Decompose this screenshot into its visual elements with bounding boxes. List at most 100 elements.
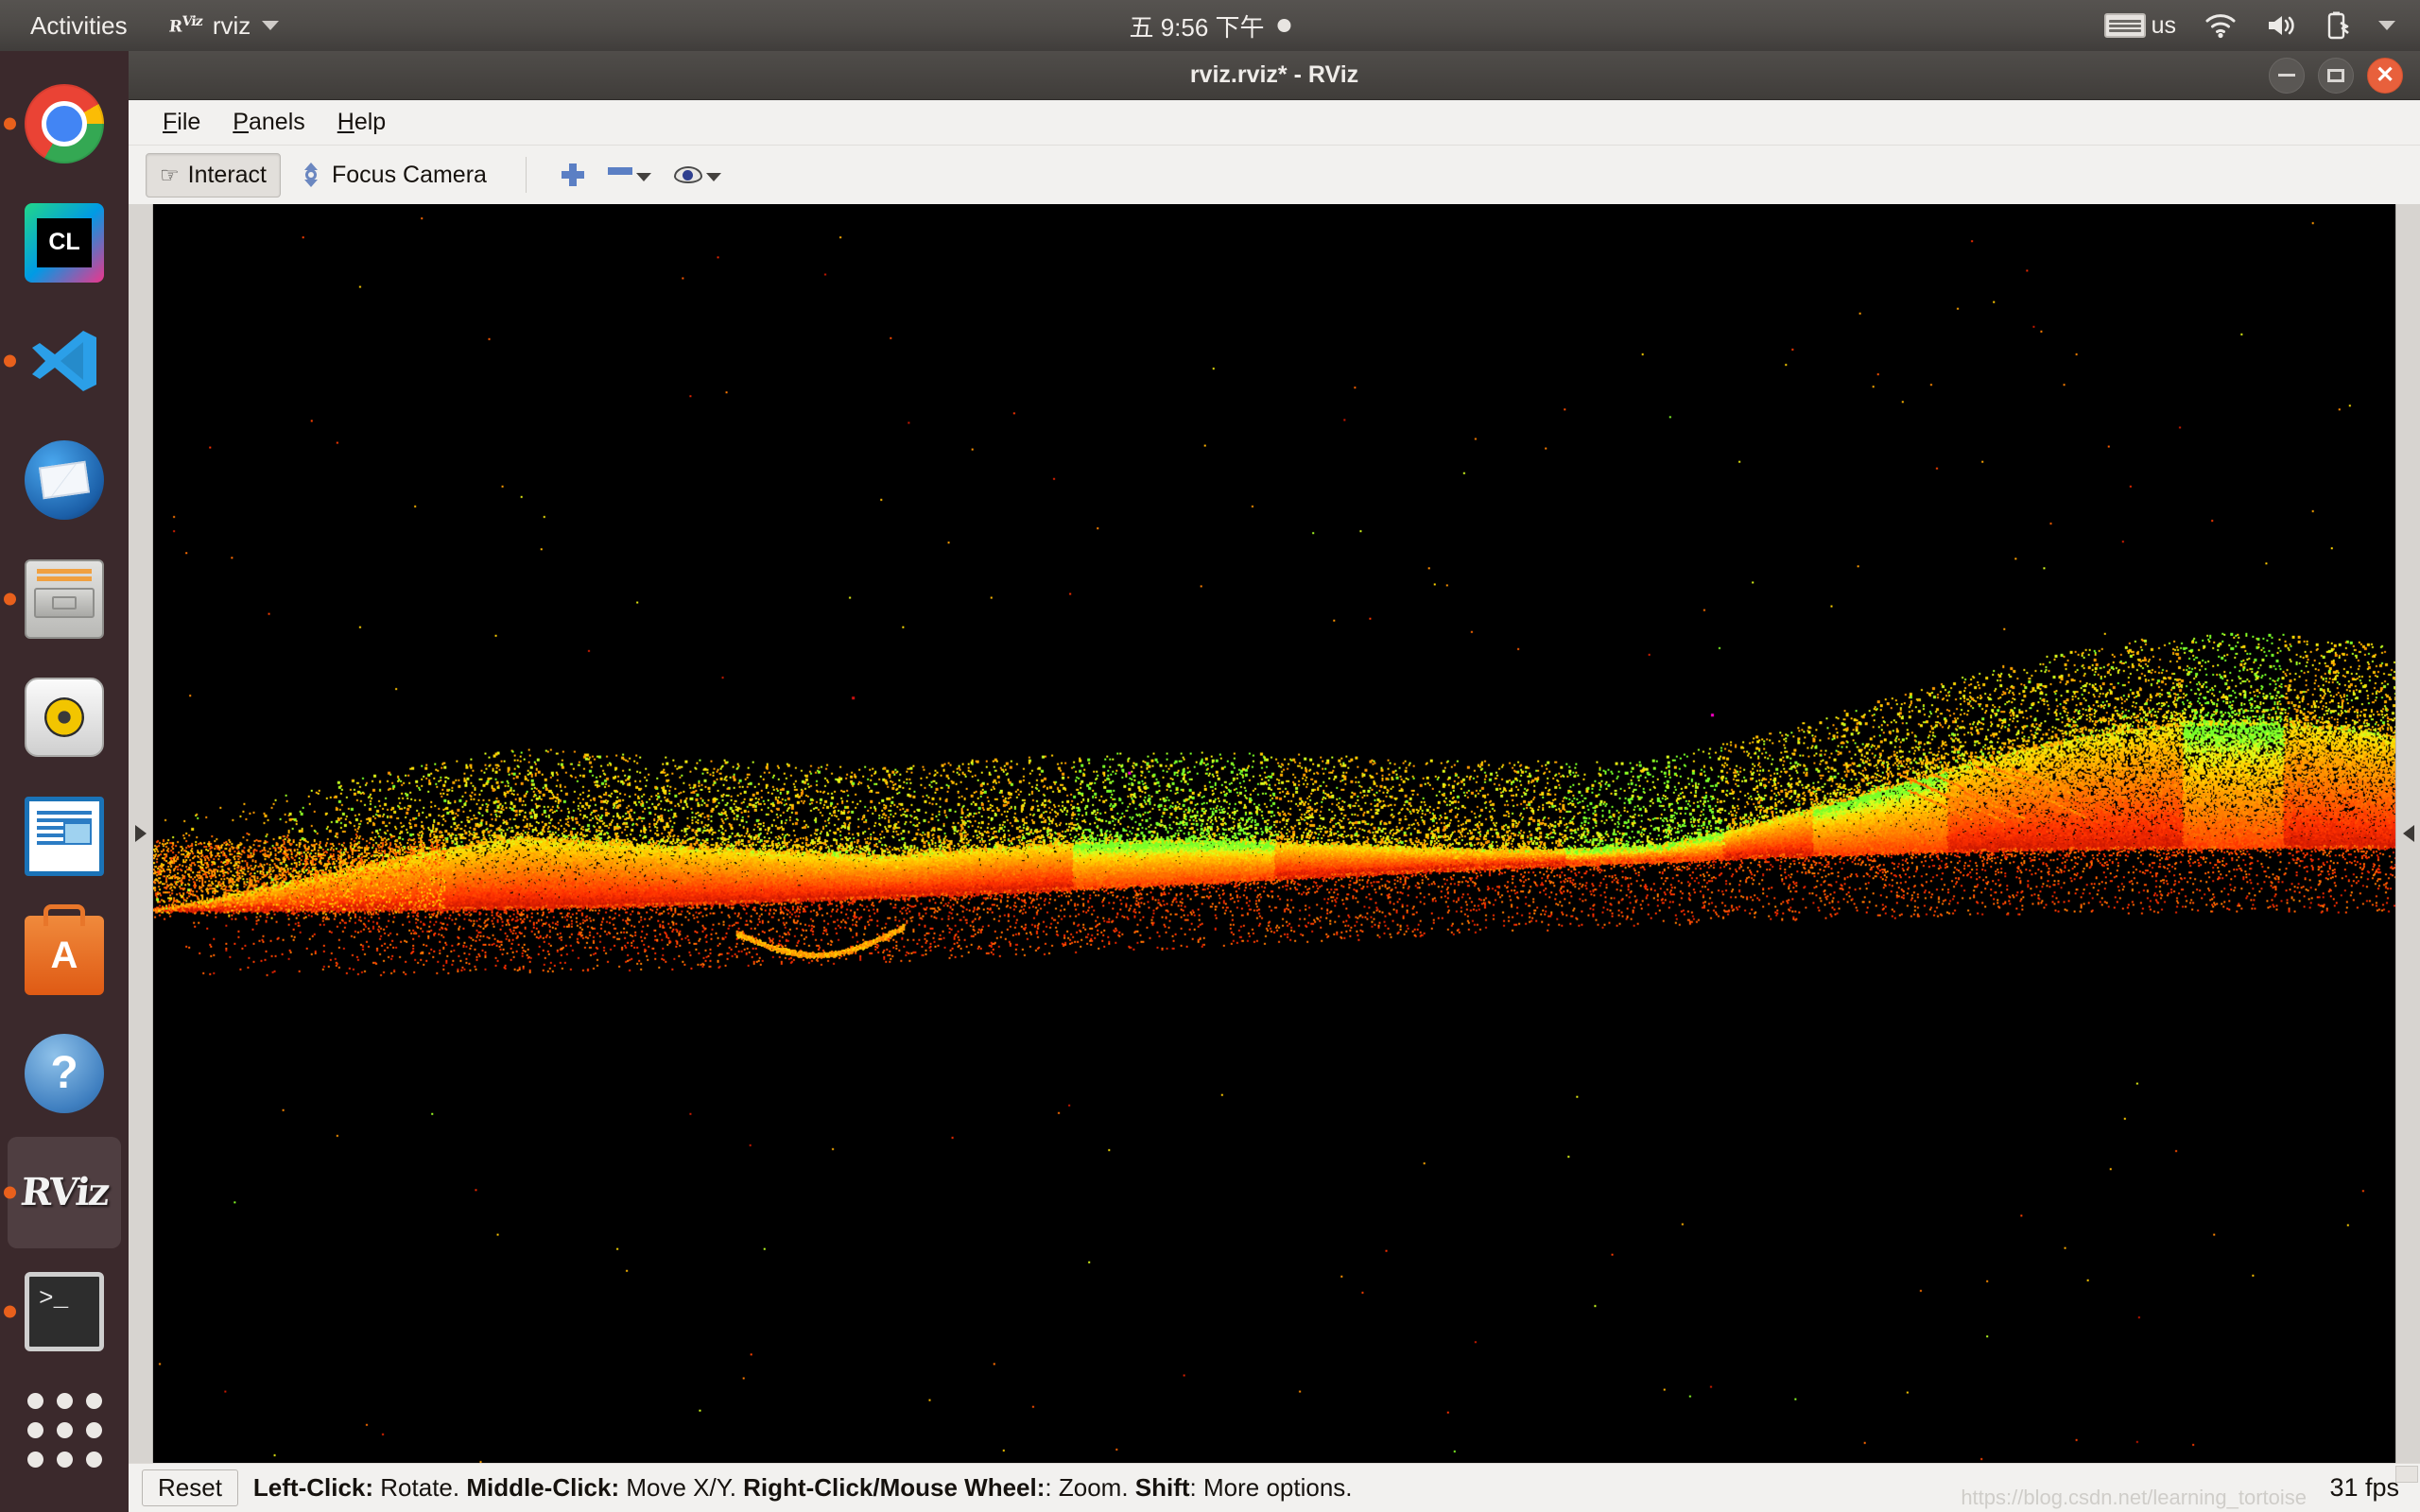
- dock-item-thunderbird[interactable]: [8, 424, 121, 536]
- clion-icon-label: CL: [37, 218, 92, 267]
- thunderbird-icon: [25, 440, 104, 520]
- rviz-icon-label: RViz: [18, 1170, 110, 1214]
- dock-item-clion[interactable]: CL: [8, 187, 121, 299]
- right-panel-expand-handle[interactable]: [2395, 204, 2420, 1463]
- status-hint-segment: Left-Click:: [253, 1473, 373, 1502]
- ubuntu-software-icon: A: [25, 916, 104, 995]
- files-icon: [25, 559, 104, 639]
- dock-item-terminal[interactable]: >_: [8, 1256, 121, 1367]
- terminal-icon: >_: [25, 1272, 104, 1351]
- menu-file[interactable]: File: [149, 105, 214, 140]
- dock-item-rviz[interactable]: RViz: [8, 1137, 121, 1248]
- hand-pointer-icon: ☞: [160, 164, 180, 186]
- clock-button[interactable]: 五 9:56 下午: [1129, 9, 1290, 43]
- rviz-window: rviz.rviz* - RViz ✕ File Panels Help ☞ I…: [129, 51, 2420, 1512]
- dock-item-google-chrome[interactable]: [8, 68, 121, 180]
- statusbar: Reset Left-Click: Rotate. Middle-Click: …: [129, 1463, 2420, 1512]
- minimize-button[interactable]: [2269, 58, 2305, 94]
- interact-tool-label: Interact: [188, 162, 267, 189]
- watermark-text: https://blog.csdn.net/learning_tortoise: [1961, 1486, 2307, 1510]
- show-applications-button[interactable]: [8, 1374, 121, 1486]
- help-icon-label: ?: [50, 1051, 78, 1096]
- rviz-icon: RViz: [25, 1153, 104, 1232]
- visibility-tool-button[interactable]: [665, 161, 731, 189]
- battery-charging-icon[interactable]: [2325, 11, 2350, 40]
- wifi-icon[interactable]: [2204, 12, 2237, 39]
- dock-item-rhythmbox[interactable]: [8, 662, 121, 773]
- status-hint-segment: : More options.: [1190, 1473, 1353, 1502]
- running-indicator-dot: [4, 117, 16, 129]
- window-title: rviz.rviz* - RViz: [1190, 61, 1358, 89]
- status-hint-segment: Move X/Y.: [619, 1473, 743, 1502]
- status-hint-segment: : Zoom.: [1045, 1473, 1134, 1502]
- status-hint-segment: Shift: [1135, 1473, 1190, 1502]
- keyboard-layout-label: us: [2152, 12, 2176, 40]
- activities-button[interactable]: Activities: [30, 11, 128, 41]
- dock-item-files[interactable]: [8, 543, 121, 655]
- reset-button[interactable]: Reset: [142, 1469, 238, 1506]
- app-menu-label: rviz: [213, 11, 251, 41]
- menu-panels[interactable]: Panels: [219, 105, 318, 140]
- close-button[interactable]: ✕: [2367, 58, 2403, 94]
- ubuntu-software-icon-label: A: [51, 936, 78, 974]
- running-indicator-dot: [4, 1186, 16, 1198]
- clock-label: 五 9:56 下午: [1129, 9, 1264, 43]
- dock-item-help[interactable]: ?: [8, 1018, 121, 1129]
- interact-tool-button[interactable]: ☞ Interact: [146, 153, 281, 198]
- toolbar-separator: [526, 157, 527, 193]
- menubar: File Panels Help: [129, 100, 2420, 146]
- running-indicator-dot: [4, 1305, 16, 1317]
- clion-icon: CL: [25, 203, 104, 283]
- dock-item-vs-code[interactable]: [8, 305, 121, 417]
- keyboard-icon: [2104, 13, 2146, 38]
- libreoffice-writer-icon: [25, 797, 104, 876]
- maximize-button[interactable]: [2318, 58, 2354, 94]
- toolbar: ☞ Interact Focus Camera: [129, 146, 2420, 204]
- add-tool-button[interactable]: [551, 157, 595, 193]
- keyboard-layout-indicator[interactable]: us: [2104, 12, 2176, 40]
- volume-icon[interactable]: [2265, 12, 2297, 39]
- focus-camera-tool-button[interactable]: Focus Camera: [285, 153, 501, 198]
- chevron-down-icon[interactable]: [706, 173, 721, 181]
- expand-right-arrow-icon: [135, 825, 147, 842]
- plus-icon: [561, 163, 585, 187]
- system-tray: us: [2104, 11, 2395, 40]
- menu-help[interactable]: Help: [324, 105, 399, 140]
- show-applications-icon: [27, 1393, 102, 1468]
- point-cloud-canvas[interactable]: [153, 204, 2395, 1463]
- window-controls: ✕: [2269, 58, 2403, 94]
- dock-item-ubuntu-software[interactable]: A: [8, 900, 121, 1011]
- terminal-icon-label: >_: [39, 1286, 68, 1311]
- viewport-row: [129, 204, 2420, 1463]
- rviz-logo-icon: RViz: [167, 14, 202, 37]
- running-indicator-dot: [4, 355, 16, 368]
- chevron-down-icon[interactable]: [2378, 21, 2395, 30]
- status-hint-segment: Rotate.: [373, 1473, 466, 1502]
- chevron-down-icon[interactable]: [636, 173, 651, 181]
- help-icon: ?: [25, 1034, 104, 1113]
- maximize-icon: [2327, 69, 2344, 82]
- 3d-viewport[interactable]: [153, 204, 2395, 1463]
- left-panel-expand-handle[interactable]: [129, 204, 153, 1463]
- minimize-icon: [2278, 74, 2295, 77]
- close-icon: ✕: [2376, 64, 2394, 87]
- running-indicator-dot: [4, 593, 16, 605]
- status-hint-segment: Right-Click/Mouse Wheel:: [743, 1473, 1045, 1502]
- fps-counter: 31 fps: [2329, 1473, 2399, 1503]
- ubuntu-dock: CL A ? RViz: [0, 51, 129, 1512]
- rhythmbox-icon: [25, 678, 104, 757]
- resize-grip[interactable]: [2395, 1466, 2418, 1483]
- remove-tool-button[interactable]: [598, 162, 661, 189]
- status-hint-text: Left-Click: Rotate. Middle-Click: Move X…: [253, 1473, 1353, 1503]
- vs-code-icon: [25, 321, 104, 401]
- app-menu-button[interactable]: RViz rviz: [169, 11, 280, 41]
- gnome-top-bar: Activities RViz rviz 五 9:56 下午 us: [0, 0, 2420, 51]
- minus-icon: [608, 167, 632, 175]
- chevron-down-icon: [262, 21, 279, 30]
- expand-left-arrow-icon: [2403, 825, 2414, 842]
- focus-camera-tool-label: Focus Camera: [332, 162, 487, 189]
- google-chrome-icon: [25, 84, 104, 163]
- focus-crosshair-icon: [299, 163, 323, 187]
- dock-item-libreoffice-writer[interactable]: [8, 781, 121, 892]
- window-titlebar: rviz.rviz* - RViz ✕: [129, 51, 2420, 100]
